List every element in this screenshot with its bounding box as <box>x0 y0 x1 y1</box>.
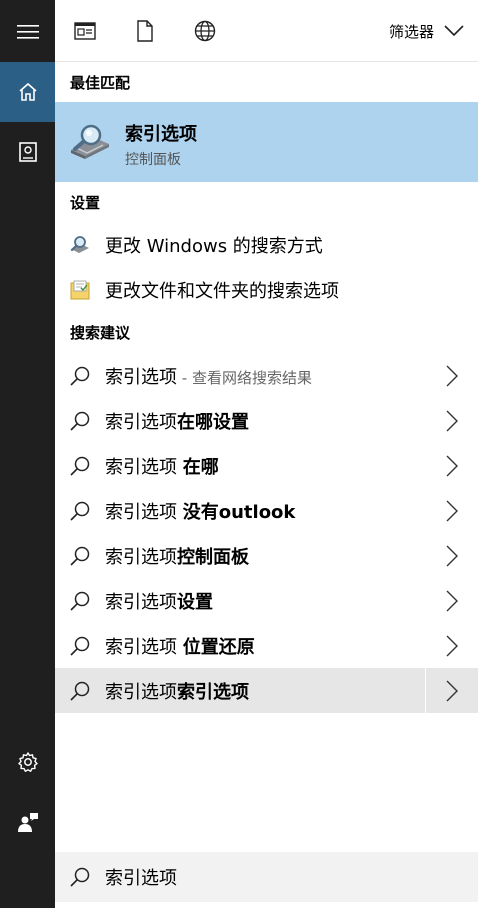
search-icon <box>69 590 91 612</box>
search-panel: 筛选器 最佳匹配 索引选项 控制面板 设置 更改 Windows 的搜索方式 更… <box>55 0 478 908</box>
chevron-right-icon <box>446 455 458 476</box>
best-match-subtitle: 控制面板 <box>125 152 181 168</box>
search-icon <box>69 680 91 702</box>
suggestion-item[interactable]: 索引选项在哪设置 <box>55 398 478 443</box>
home-icon <box>18 82 37 101</box>
gear-icon <box>17 752 38 772</box>
documents-filter-button[interactable] <box>133 19 157 43</box>
search-icon <box>69 455 91 477</box>
search-icon <box>69 500 91 522</box>
filter-dropdown[interactable]: 筛选器 <box>389 19 464 43</box>
notebook-button[interactable] <box>0 122 55 182</box>
suggestion-text: 索引选项控制面板 <box>105 543 249 569</box>
search-icon <box>69 410 91 432</box>
suggestions-heading: 搜索建议 <box>70 324 131 342</box>
chevron-right-icon <box>446 680 458 701</box>
setting-label: 更改 Windows 的搜索方式 <box>105 235 323 257</box>
best-match-title: 索引选项 <box>125 124 197 145</box>
suggestion-expand-button[interactable] <box>425 578 478 623</box>
setting-label: 更改文件和文件夹的搜索选项 <box>105 280 339 302</box>
hamburger-icon <box>16 25 39 39</box>
suggestion-item-selected[interactable]: 索引选项索引选项 <box>55 668 478 713</box>
filter-label: 筛选器 <box>388 22 434 41</box>
apps-filter-button[interactable] <box>73 19 97 43</box>
search-input[interactable] <box>105 866 405 888</box>
app-icon <box>74 22 96 40</box>
chevron-right-icon <box>446 590 458 611</box>
suggestion-prefix: 索引选项 <box>105 456 183 478</box>
suggestion-expand-button[interactable] <box>425 488 478 533</box>
suggestion-text: 索引选项设置 <box>105 588 213 614</box>
search-icon <box>69 545 91 567</box>
suggestion-prefix: 索引选项 <box>105 591 177 613</box>
search-icon <box>69 635 91 657</box>
suggestion-item[interactable]: 索引选项 没有outlook <box>55 488 478 533</box>
chevron-right-icon <box>446 545 458 566</box>
left-rail <box>0 0 55 908</box>
suggestion-prefix: 索引选项 <box>105 501 183 523</box>
suggestion-bold: 设置 <box>177 591 213 613</box>
suggestion-bold: 没有outlook <box>182 501 296 523</box>
best-match-result[interactable]: 索引选项 控制面板 <box>55 102 478 182</box>
settings-heading: 设置 <box>70 194 101 212</box>
search-icon <box>69 365 91 387</box>
suggestion-bold: 索引选项 <box>177 681 249 703</box>
indexing-options-icon <box>69 122 111 162</box>
suggestion-item[interactable]: 索引选项设置 <box>55 578 478 623</box>
suggestion-expand-button[interactable] <box>425 623 478 668</box>
suggestion-bold: 位置还原 <box>182 636 255 658</box>
suggestion-bold: 在哪 <box>182 456 219 478</box>
suggestion-item[interactable]: 索引选项 - 查看网络搜索结果 <box>55 353 478 398</box>
search-box <box>55 852 478 902</box>
feedback-button[interactable] <box>0 792 55 852</box>
setting-item-file-search-options[interactable]: 更改文件和文件夹的搜索选项 <box>55 267 478 312</box>
filter-bar: 筛选器 <box>55 0 478 62</box>
suggestion-prefix: 索引选项 <box>105 681 177 703</box>
suggestion-expand-button[interactable] <box>425 443 478 488</box>
suggestion-expand-button[interactable] <box>425 398 478 443</box>
chevron-right-icon <box>446 635 458 656</box>
chevron-right-icon <box>446 410 458 431</box>
suggestion-hint: - 查看网络搜索结果 <box>177 368 312 387</box>
suggestion-item[interactable]: 索引选项 位置还原 <box>55 623 478 668</box>
folder-options-icon <box>70 280 90 300</box>
suggestion-text: 索引选项 没有outlook <box>105 498 295 524</box>
suggestion-item[interactable]: 索引选项控制面板 <box>55 533 478 578</box>
suggestion-text: 索引选项在哪设置 <box>105 408 249 434</box>
home-button[interactable] <box>0 62 55 122</box>
suggestion-text: 索引选项 在哪 <box>105 453 219 479</box>
document-icon <box>137 20 153 42</box>
search-settings-icon <box>70 235 90 255</box>
suggestion-text: 索引选项索引选项 <box>105 678 249 704</box>
suggestion-text: 索引选项 - 查看网络搜索结果 <box>105 363 312 389</box>
search-icon <box>69 866 91 888</box>
chevron-down-icon <box>444 25 464 37</box>
feedback-icon <box>17 813 38 832</box>
suggestion-bold: 控制面板 <box>177 546 249 568</box>
web-filter-button[interactable] <box>193 19 217 43</box>
notebook-icon <box>18 142 37 162</box>
suggestion-prefix: 索引选项 <box>105 546 177 568</box>
globe-icon <box>194 20 216 42</box>
chevron-right-icon <box>446 365 458 386</box>
suggestion-expand-button[interactable] <box>425 668 478 713</box>
suggestion-prefix: 索引选项 <box>105 636 183 658</box>
suggestion-item[interactable]: 索引选项 在哪 <box>55 443 478 488</box>
suggestion-bold: 在哪设置 <box>177 411 249 433</box>
suggestion-prefix: 索引选项 <box>105 411 177 433</box>
chevron-right-icon <box>446 500 458 521</box>
bottom-edge <box>55 902 478 908</box>
suggestion-expand-button[interactable] <box>425 533 478 578</box>
settings-button[interactable] <box>0 732 55 792</box>
suggestion-prefix: 索引选项 <box>105 366 177 388</box>
setting-item-windows-search[interactable]: 更改 Windows 的搜索方式 <box>55 222 478 267</box>
suggestion-text: 索引选项 位置还原 <box>105 633 255 659</box>
menu-button[interactable] <box>0 2 55 62</box>
suggestion-expand-button[interactable] <box>425 353 478 398</box>
best-match-heading: 最佳匹配 <box>70 74 131 92</box>
